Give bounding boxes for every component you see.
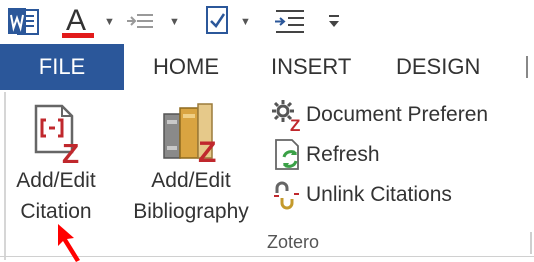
check-document-icon <box>206 6 228 34</box>
customize-toolbar-icon <box>329 15 339 27</box>
quick-access-toolbar: A ▼ ▼ ▼ <box>0 0 534 44</box>
tab-file[interactable]: FILE <box>0 44 124 90</box>
document-preferences-label: Document Preferen <box>306 103 489 126</box>
customize-toolbar-button[interactable] <box>322 4 344 40</box>
tab-design[interactable]: DESIGN <box>396 44 480 90</box>
unlink-citations-button[interactable]: Unlink Citations <box>270 177 452 213</box>
chevron-down-icon[interactable]: ▼ <box>169 16 180 28</box>
arrow-list-button[interactable] <box>270 4 314 40</box>
chevron-down-icon[interactable]: ▼ <box>104 16 115 28</box>
indent-list-button[interactable]: ▼ <box>125 4 185 40</box>
refresh-button[interactable]: Refresh <box>270 137 380 173</box>
font-color-button[interactable]: A ▼ <box>60 4 120 40</box>
tab-insert[interactable]: INSERT <box>271 44 351 90</box>
refresh-label: Refresh <box>306 143 380 166</box>
svg-text:Z: Z <box>290 116 300 133</box>
refresh-icon <box>275 139 299 170</box>
tab-divider <box>526 56 528 78</box>
chevron-down-icon[interactable]: ▼ <box>240 16 251 28</box>
svg-text:Z: Z <box>198 136 216 164</box>
citation-label-line1: Add/Edit <box>16 169 96 192</box>
tab-home[interactable]: HOME <box>153 44 219 90</box>
word-app-icon[interactable] <box>6 6 40 38</box>
bibliography-icon: Z <box>163 103 216 164</box>
group-divider <box>530 232 532 254</box>
ribbon-tab-bar: FILE HOME INSERT DESIGN <box>0 44 534 90</box>
check-document-button[interactable]: ▼ <box>200 4 258 40</box>
red-arrow-annotation <box>58 224 80 262</box>
group-label-text: Zotero <box>266 232 320 252</box>
document-preferences-button[interactable]: Z Document Preferen <box>270 97 488 133</box>
svg-text:Z: Z <box>62 138 79 164</box>
unlink-citations-label: Unlink Citations <box>306 183 452 206</box>
bibliography-label-line1: Add/Edit <box>151 169 231 192</box>
citation-icon: Z <box>34 104 79 164</box>
arrow-list-icon <box>275 10 304 33</box>
gear-icon: Z <box>272 100 300 133</box>
add-edit-citation-button[interactable]: Z Add/Edit Citation <box>0 100 112 228</box>
bibliography-label-line2: Bibliography <box>133 200 249 223</box>
add-edit-bibliography-button[interactable]: Z Add/Edit Bibliography <box>116 100 266 228</box>
unlink-icon <box>274 181 299 210</box>
indent-list-icon <box>127 14 153 28</box>
font-color-bar <box>62 33 94 38</box>
